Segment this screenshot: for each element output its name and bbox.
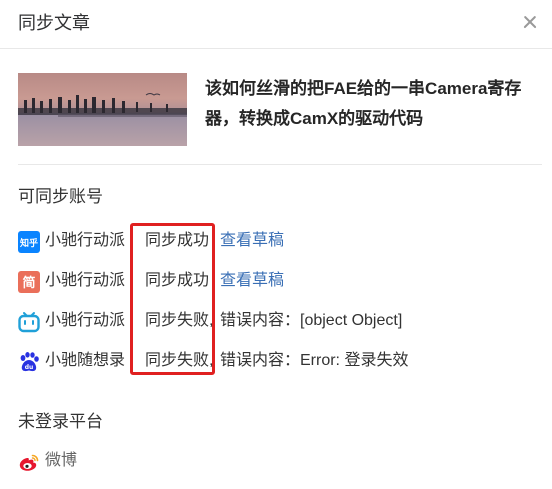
jianshu-icon: 简 [18, 271, 40, 293]
jianshu-icon-text: 简 [22, 275, 35, 291]
error-message: 错误内容：[object Object] [220, 312, 403, 329]
article-title: 该如何丝滑的把FAE给的一串Camera寄存器，转换成CamX的驱动代码 [205, 79, 522, 128]
zhihu-icon: 知乎 [18, 231, 40, 253]
dialog-header: 同步文章 [0, 0, 552, 49]
platform-row-weibo[interactable]: 微博 [18, 448, 538, 476]
account-row-zhihu: 知乎 小驰行动派 同步成功 查看草稿 [18, 228, 538, 256]
baidu-icon-text: du [25, 364, 34, 371]
baidu-icon: du [20, 352, 39, 372]
sync-article-dialog: 同步文章 该如何丝滑的把FAE给的一串Camera寄存器，转换成CamX的驱动代… [0, 0, 552, 489]
platform-name: 微博 [45, 452, 78, 469]
view-draft-link[interactable]: 查看草稿 [220, 269, 284, 293]
divider [18, 164, 542, 165]
zhihu-icon-text: 知乎 [19, 237, 38, 249]
error-message: 错误内容：Error: 登录失效 [220, 352, 409, 369]
account-name: 小驰随想录 [45, 352, 126, 369]
unlogged-platforms-label: 未登录平台 [18, 412, 103, 431]
weibo-icon [19, 454, 39, 471]
account-name: 小驰行动派 [45, 312, 126, 329]
status-highlight-box [130, 223, 215, 375]
account-name: 小驰行动派 [45, 232, 126, 249]
close-icon[interactable] [518, 10, 542, 34]
account-row-jianshu: 简 小驰行动派 同步成功 查看草稿 [18, 268, 538, 296]
account-name: 小驰行动派 [45, 272, 126, 289]
account-row-baidu: du 小驰随想录 同步失败, 错误内容：Error: 登录失效 [18, 348, 538, 376]
article-thumbnail [18, 73, 187, 146]
account-row-bilibili: 小驰行动派 同步失败, 错误内容：[object Object] [18, 308, 538, 336]
view-draft-link[interactable]: 查看草稿 [220, 229, 284, 253]
synced-accounts-label: 可同步账号 [18, 187, 103, 206]
bilibili-icon [18, 312, 40, 333]
article-card: 该如何丝滑的把FAE给的一串Camera寄存器，转换成CamX的驱动代码 [18, 72, 542, 146]
dialog-title: 同步文章 [18, 13, 90, 33]
